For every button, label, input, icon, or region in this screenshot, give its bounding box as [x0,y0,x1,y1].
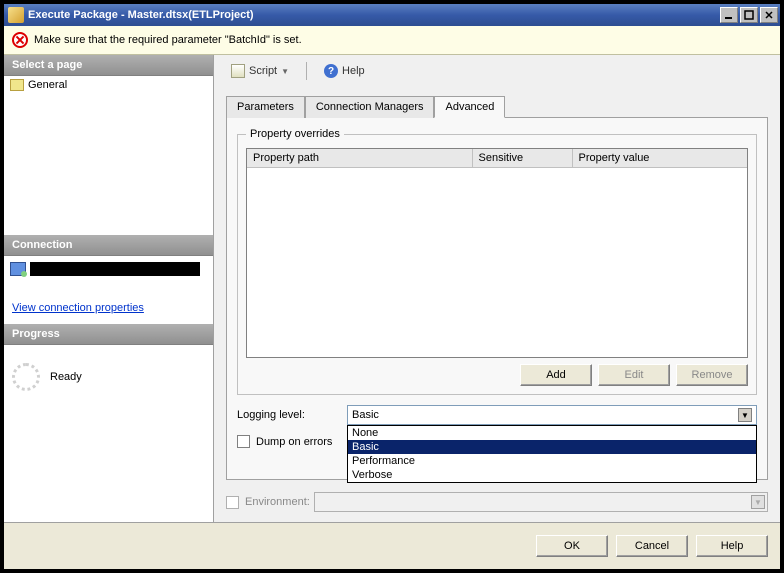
chevron-down-icon: ▼ [281,67,289,76]
connection-item[interactable] [4,260,213,278]
window-title: Execute Package - Master.dtsx(ETLProject… [28,9,718,21]
add-button[interactable]: Add [520,364,592,386]
ok-button[interactable]: OK [536,535,608,557]
help-label: Help [342,65,365,77]
sidebar: Select a page General Connection View co… [4,55,214,522]
tab-advanced[interactable]: Advanced [434,96,505,118]
server-icon [10,262,26,276]
col-sensitive[interactable]: Sensitive [472,149,572,168]
connection-name-redacted [30,262,200,276]
environment-row: Environment: ▼ [226,492,768,512]
tab-strip: Parameters Connection Managers Advanced [226,95,768,117]
warning-text: Make sure that the required parameter "B… [34,34,302,46]
maximize-button[interactable] [740,7,758,23]
dialog-footer: OK Cancel Help [4,522,780,569]
remove-button: Remove [676,364,748,386]
error-icon [12,32,28,48]
footer-help-button[interactable]: Help [696,535,768,557]
tab-connection-managers[interactable]: Connection Managers [305,96,435,118]
script-button[interactable]: Script ▼ [224,61,296,81]
minimize-button[interactable] [720,7,738,23]
property-overrides-group: Property overrides Property path Sensiti… [237,128,757,395]
help-icon: ? [324,64,338,78]
edit-button: Edit [598,364,670,386]
toolbar-separator [306,62,307,80]
title-bar[interactable]: Execute Package - Master.dtsx(ETLProject… [4,4,780,26]
logging-level-select[interactable]: Basic ▼ [347,405,757,425]
script-label: Script [249,65,277,77]
progress-header: Progress [4,324,213,345]
dump-on-errors-checkbox[interactable] [237,435,250,448]
close-button[interactable] [760,7,778,23]
warning-bar: Make sure that the required parameter "B… [4,26,780,55]
toolbar: Script ▼ ? Help [214,55,780,87]
sidebar-item-label: General [28,79,67,91]
logging-option[interactable]: None [348,426,756,440]
logging-level-dropdown[interactable]: NoneBasicPerformanceVerbose [347,425,757,483]
help-button[interactable]: ? Help [317,61,372,81]
overrides-table[interactable]: Property path Sensitive Property value [246,148,748,358]
page-icon [10,79,24,91]
logging-option[interactable]: Verbose [348,468,756,482]
script-icon [231,64,245,78]
chevron-down-icon: ▼ [751,495,765,509]
logging-option[interactable]: Performance [348,454,756,468]
connection-header: Connection [4,235,213,256]
environment-label: Environment: [245,496,310,508]
chevron-down-icon: ▼ [738,408,752,422]
select-page-header: Select a page [4,55,213,76]
col-property-value[interactable]: Property value [572,149,747,168]
col-property-path[interactable]: Property path [247,149,472,168]
dialog-window: Execute Package - Master.dtsx(ETLProject… [3,3,781,570]
logging-level-value: Basic [352,409,379,421]
view-connection-link[interactable]: View connection properties [12,302,144,314]
progress-item: Ready [12,363,205,391]
app-icon [8,7,24,23]
environment-checkbox[interactable] [226,496,239,509]
dump-on-errors-label: Dump on errors [256,436,332,448]
logging-level-row: Logging level: Basic ▼ [237,405,757,425]
group-title: Property overrides [246,128,344,140]
logging-option[interactable]: Basic [348,440,756,454]
tab-parameters[interactable]: Parameters [226,96,305,118]
logging-level-label: Logging level: [237,409,347,421]
environment-select: ▼ [314,492,768,512]
main-panel: Script ▼ ? Help Parameters Connection Ma… [214,55,780,522]
sidebar-item-general[interactable]: General [4,76,213,94]
cancel-button[interactable]: Cancel [616,535,688,557]
progress-label: Ready [50,371,82,383]
progress-spinner-icon [12,363,40,391]
